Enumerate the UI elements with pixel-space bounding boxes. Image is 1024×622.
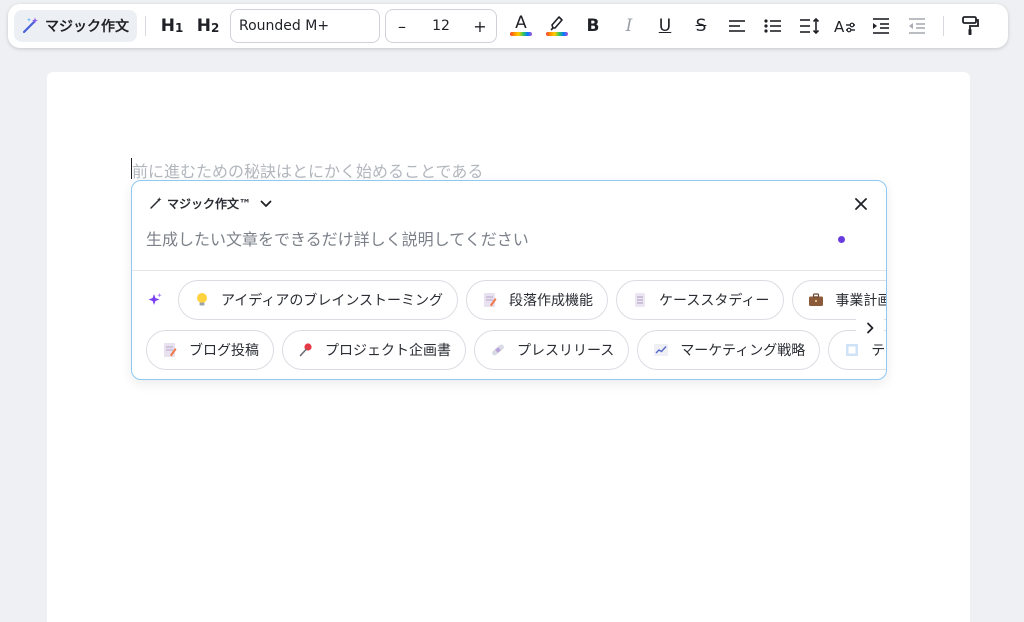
bullet-list-icon	[763, 18, 783, 34]
indent-increase-icon	[871, 17, 891, 35]
suggestion-chip-label: プレスリリース	[517, 343, 615, 359]
heading-1-letter: H	[160, 16, 175, 36]
chart-icon	[652, 341, 670, 359]
suggestion-chip[interactable]: アイディアのブレインストーミング	[178, 280, 459, 320]
align-left-button[interactable]	[719, 10, 755, 42]
italic-button[interactable]: I	[611, 10, 647, 42]
paint-roller-icon	[960, 15, 980, 37]
svg-text:A: A	[834, 18, 845, 35]
magic-wand-icon	[148, 196, 163, 211]
suggestion-chip-label: ケーススタディー	[659, 293, 770, 309]
text-color-letter: A	[515, 12, 527, 33]
line-spacing-button[interactable]	[791, 10, 827, 42]
suggestion-chip-label: ブログ投稿	[189, 343, 259, 359]
underline-button[interactable]: U	[647, 10, 683, 42]
line-spacing-icon	[798, 17, 820, 35]
panel-divider	[132, 270, 886, 271]
magic-write-button[interactable]: マジック作文	[14, 10, 137, 42]
magic-write-panel: マジック作文™ アイディアのブレインストーミング 段落作成機能 ケーススタディー	[131, 180, 887, 380]
close-panel-button[interactable]	[850, 193, 872, 215]
status-dot	[838, 236, 845, 243]
toolbar-divider	[145, 16, 146, 36]
briefcase-icon	[807, 291, 825, 309]
bold-button[interactable]: B	[575, 10, 611, 42]
text-effects-icon: A	[833, 17, 857, 35]
heading-1-sub: 1	[174, 21, 184, 35]
copy-style-button[interactable]	[952, 10, 988, 42]
bullet-list-button[interactable]	[755, 10, 791, 42]
suggestion-chip[interactable]: プロジェクト企画書	[282, 330, 466, 370]
heading-2-letter: H	[196, 16, 211, 36]
chevron-down-icon	[259, 197, 273, 211]
indent-decrease-button[interactable]	[899, 10, 935, 42]
indent-increase-button[interactable]	[863, 10, 899, 42]
scroll-suggestions-right-button[interactable]	[856, 314, 884, 342]
heading-1-button[interactable]: H1	[154, 10, 190, 42]
suggestion-chip-label: マーケティング戦略	[680, 343, 806, 359]
memo-icon	[161, 341, 179, 359]
suggestion-row: ブログ投稿 プロジェクト企画書 プレスリリース マーケティング戦略 テキスト	[146, 329, 886, 371]
suggestion-chip[interactable]: ブログ投稿	[146, 330, 274, 370]
document-placeholder[interactable]: 前に進むための秘訣はとにかく始めることである	[132, 158, 483, 182]
heading-2-sub: 2	[210, 21, 220, 35]
suggestion-chip-label: アイディアのブレインストーミング	[221, 293, 444, 309]
magic-write-mode-dropdown[interactable]: マジック作文™	[148, 195, 273, 212]
highlighter-icon	[548, 14, 566, 32]
align-left-icon	[727, 18, 747, 34]
strikethrough-button[interactable]: S	[683, 10, 719, 42]
font-size-value[interactable]: 12	[418, 18, 464, 34]
lightbulb-icon	[193, 291, 211, 309]
font-family-select[interactable]: Rounded M+	[230, 9, 380, 43]
suggestion-chip[interactable]: 段落作成機能	[466, 280, 609, 320]
text-color-button[interactable]: A	[503, 10, 539, 42]
font-size-increase-button[interactable]: +	[464, 17, 496, 36]
suggestion-chip[interactable]: マーケティング戦略	[637, 330, 821, 370]
close-icon	[854, 197, 868, 211]
magic-write-label: マジック作文	[45, 19, 129, 35]
text-color-swatch	[510, 32, 532, 36]
highlight-color-swatch	[546, 32, 568, 36]
suggestion-row: アイディアのブレインストーミング 段落作成機能 ケーススタディー 事業計画	[132, 279, 887, 321]
suggestion-chip-label: 段落作成機能	[509, 293, 594, 309]
document-icon	[631, 291, 649, 309]
pin-icon	[297, 341, 315, 359]
font-size-decrease-button[interactable]: –	[386, 17, 418, 36]
suggestion-chip[interactable]: ケーススタディー	[616, 280, 785, 320]
font-size-stepper: – 12 +	[385, 9, 497, 43]
bandage-icon	[489, 341, 507, 359]
highlight-color-button[interactable]	[539, 10, 575, 42]
magic-write-title: マジック作文™	[167, 197, 252, 211]
suggestion-chip[interactable]: プレスリリース	[474, 330, 630, 370]
frame-icon	[843, 341, 861, 359]
toolbar: マジック作文 H1 H2 Rounded M+ – 12 + A B I U S	[8, 4, 1008, 48]
magic-write-prompt-input[interactable]	[146, 227, 806, 251]
suggestion-chip-label: 事業計画	[835, 293, 887, 309]
suggestion-chip-label: テキスト	[871, 343, 886, 359]
memo-icon	[481, 291, 499, 309]
chevron-right-icon	[864, 321, 876, 335]
magic-wand-icon	[20, 16, 40, 36]
sparkle-icon	[132, 292, 178, 308]
suggestion-chip-label: プロジェクト企画書	[325, 343, 451, 359]
indent-decrease-icon	[907, 17, 927, 35]
heading-2-button[interactable]: H2	[190, 10, 226, 42]
text-effects-button[interactable]: A	[827, 10, 863, 42]
toolbar-divider	[943, 16, 944, 36]
